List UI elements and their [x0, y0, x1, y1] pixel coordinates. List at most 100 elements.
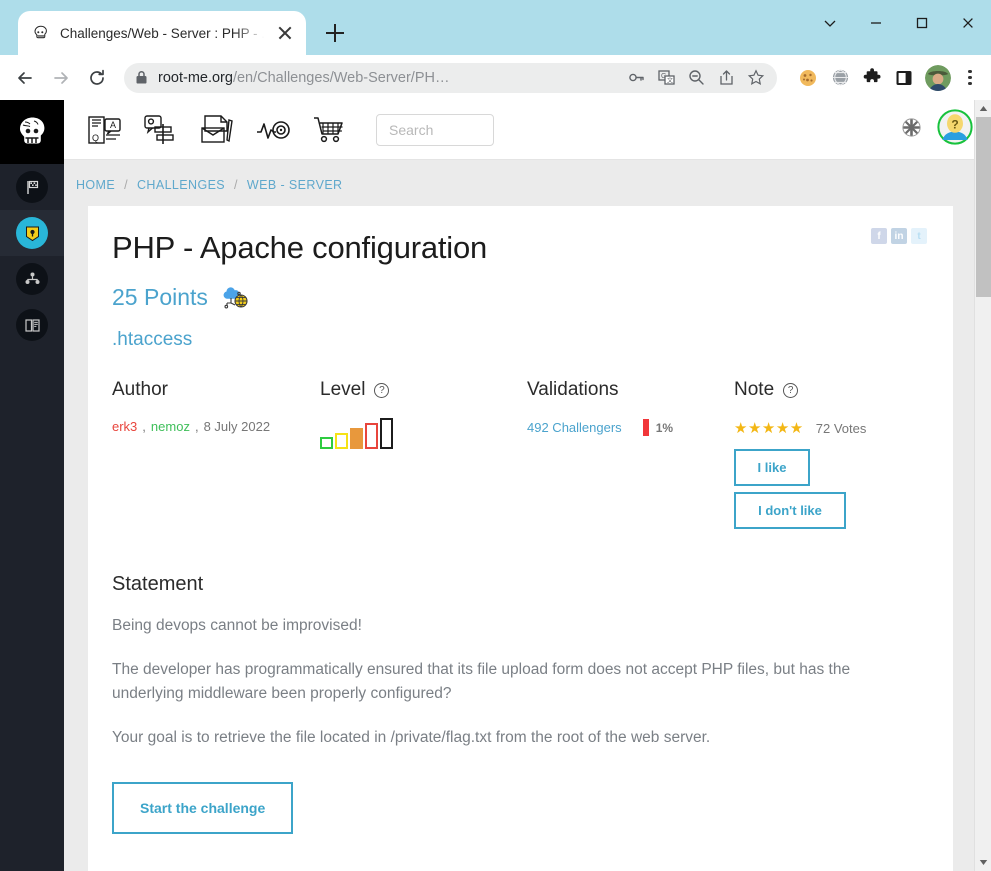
challengers-link[interactable]: 492 Challengers [527, 420, 622, 435]
validations-values: 492 Challengers 1% [527, 419, 734, 436]
site-left-rail [0, 100, 64, 871]
breadcrumb-separator: / [234, 178, 238, 192]
statement-heading: Statement [112, 573, 204, 595]
like-button[interactable]: I like [734, 449, 810, 486]
bookmark-star-icon[interactable] [741, 64, 771, 92]
root-me-skull-logo[interactable] [0, 100, 64, 164]
tab-search-chevron-icon[interactable] [807, 6, 853, 40]
twitter-share-icon[interactable]: t [911, 228, 927, 244]
scrollbar-thumb[interactable] [976, 117, 991, 297]
share-icon[interactable] [711, 64, 741, 92]
close-tab-icon[interactable] [274, 22, 296, 44]
translate-icon[interactable]: G文 [651, 64, 681, 92]
author-heading: Author [112, 379, 168, 400]
search-input[interactable]: Search [376, 113, 494, 146]
documents-icon[interactable] [190, 108, 246, 152]
linkedin-share-icon[interactable]: in [891, 228, 907, 244]
activity-target-icon[interactable] [246, 108, 302, 152]
site-header: AQ Search ? [64, 100, 991, 160]
level-heading: Level ? [320, 379, 527, 401]
dislike-button[interactable]: I don't like [734, 492, 846, 529]
level-help-icon[interactable]: ? [374, 382, 390, 398]
minimize-button[interactable] [853, 6, 899, 40]
svg-text:Q: Q [92, 133, 99, 143]
cloud-network-icon [220, 280, 250, 315]
breadcrumb-item-challenges[interactable]: CHALLENGES [137, 178, 225, 192]
breadcrumb-item-web-server[interactable]: WEB - SERVER [247, 178, 343, 192]
zoom-out-icon[interactable] [681, 64, 711, 92]
sidebar-item-documentation[interactable] [0, 302, 64, 348]
note-help-icon[interactable]: ? [783, 382, 799, 398]
svg-text:A: A [110, 120, 116, 130]
url-domain: root-me.org [158, 69, 233, 86]
validations-heading: Validations [527, 379, 619, 400]
puzzle-extensions-icon[interactable] [857, 63, 887, 93]
meta-level-col: Level ? [320, 379, 527, 529]
social-share-buttons: f in t [871, 228, 927, 244]
cookie-icon[interactable] [793, 63, 823, 93]
start-challenge-button[interactable]: Start the challenge [112, 782, 294, 835]
meta-validations-col: Validations 492 Challengers 1% [527, 379, 734, 529]
page-viewport: AQ Search ? HOME / CHALLENGES / WEB - SE… [0, 100, 991, 871]
address-bar[interactable]: root-me.org/en/Challenges/Web-Server/PH…… [124, 62, 777, 93]
user-avatar[interactable] [925, 64, 951, 91]
validation-percent-bar [642, 419, 649, 436]
breadcrumb-separator: / [124, 178, 128, 192]
page-content-column: AQ Search ? HOME / CHALLENGES / WEB - SE… [64, 100, 991, 871]
author-sep-2: , [194, 419, 199, 434]
points-value: 25 Points [112, 284, 208, 310]
level-bar-4 [365, 423, 378, 449]
level-difficulty-bars [320, 418, 527, 449]
scroll-up-arrow[interactable] [975, 100, 991, 117]
browser-tab[interactable]: Challenges/Web - Server : PHP - ... [18, 11, 306, 55]
lock-icon [124, 70, 158, 85]
side-panel-icon[interactable] [889, 63, 919, 93]
apps-grid-icon[interactable] [902, 117, 921, 142]
new-tab-button[interactable] [320, 18, 350, 48]
capture-the-flag-icon [16, 171, 48, 203]
sidebar-item-community[interactable] [0, 256, 64, 302]
level-bar-1 [320, 437, 333, 449]
quiz-icon[interactable]: AQ [78, 108, 134, 152]
level-bar-2 [335, 433, 348, 449]
reload-icon[interactable] [80, 61, 114, 95]
breadcrumb-item-home[interactable]: HOME [76, 178, 115, 192]
documentation-icon [16, 309, 48, 341]
forum-signpost-icon[interactable] [134, 108, 190, 152]
shop-cart-icon[interactable] [302, 108, 358, 152]
rootme-skull-favicon [32, 24, 50, 42]
sidebar-item-challenges[interactable] [0, 210, 64, 256]
challenge-subtitle: .htaccess [112, 329, 193, 350]
extensions-area [785, 63, 983, 93]
page-title: PHP - Apache configuration [112, 230, 488, 265]
sidebar-item-ctf[interactable] [0, 164, 64, 210]
tab-strip: Challenges/Web - Server : PHP - ... [0, 0, 991, 55]
password-key-icon[interactable] [621, 64, 651, 92]
vertical-scrollbar[interactable] [974, 100, 991, 871]
meta-note-col: Note ? ★★★★★ 72 Votes I like I don't lik… [734, 379, 925, 529]
three-dot-menu-icon[interactable] [957, 63, 983, 93]
close-window-button[interactable] [945, 6, 991, 40]
validation-percent-label: 1% [655, 420, 674, 435]
forward-arrow-icon[interactable] [44, 61, 78, 95]
profile-avatar-icon[interactable]: ? [937, 109, 973, 150]
facebook-share-icon[interactable]: f [871, 228, 887, 244]
browser-chrome: Challenges/Web - Server : PHP - ... root… [0, 0, 991, 100]
level-bar-5 [380, 418, 393, 449]
note-heading: Note ? [734, 379, 925, 401]
scroll-down-arrow[interactable] [975, 854, 991, 871]
maximize-button[interactable] [899, 6, 945, 40]
globe-icon[interactable] [825, 63, 855, 93]
challenge-meta-grid: Author erk3, nemoz, 8 July 2022 Level ? [112, 379, 925, 529]
rating-stars: ★★★★★ [734, 420, 804, 437]
browser-toolbar: root-me.org/en/Challenges/Web-Server/PH…… [0, 55, 991, 100]
url-path: /en/Challenges/Web-Server/PH… [232, 69, 450, 86]
note-values: ★★★★★ 72 Votes [734, 419, 925, 437]
back-arrow-icon[interactable] [8, 61, 42, 95]
author-link-nemoz[interactable]: nemoz [151, 419, 190, 434]
header-right-actions: ? [902, 109, 973, 150]
statement-paragraph-1: Being devops cannot be improvised! [112, 617, 362, 634]
window-controls [807, 6, 991, 40]
author-link-erk3[interactable]: erk3 [112, 419, 137, 434]
author-date: 8 July 2022 [203, 419, 271, 434]
